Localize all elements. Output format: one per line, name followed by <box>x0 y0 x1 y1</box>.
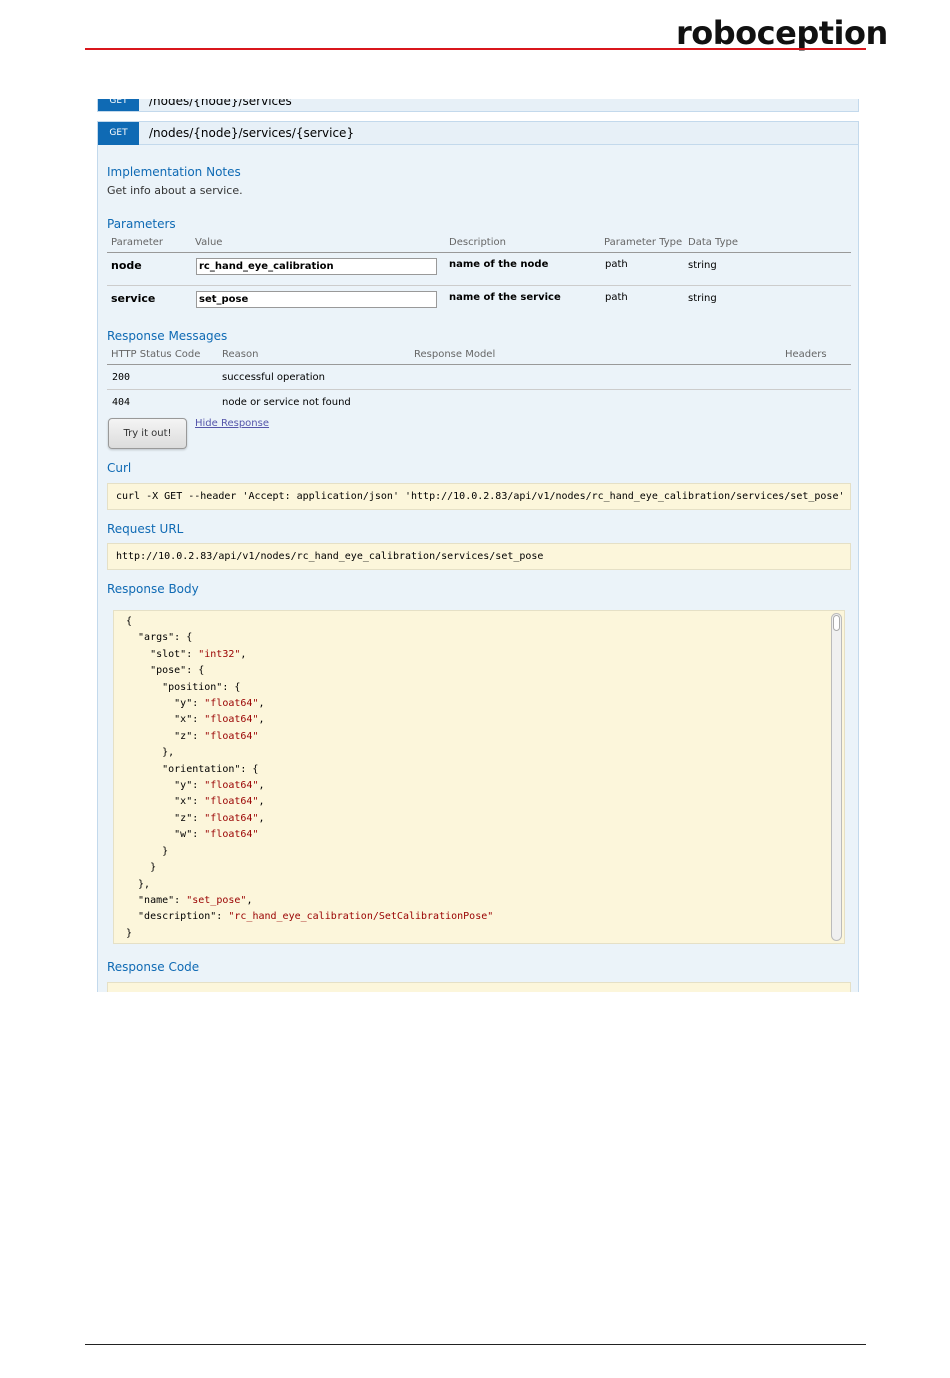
status-code: 404 <box>112 397 131 408</box>
operation-header[interactable]: GET /nodes/{node}/services/{service} <box>98 122 858 145</box>
request-url: http://10.0.2.83/api/v1/nodes/rc_hand_ey… <box>107 543 851 570</box>
divider <box>107 364 851 365</box>
json-line: "slot": "int32", <box>126 648 247 660</box>
method-badge: GET <box>98 122 139 145</box>
param-col-value: Value <box>195 237 223 248</box>
divider <box>107 389 851 390</box>
status-reason: successful operation <box>222 372 325 383</box>
json-line: }, <box>126 747 175 759</box>
param-type: path <box>605 292 628 303</box>
param-col-data-type: Data Type <box>688 237 739 248</box>
previous-operation[interactable]: GET /nodes/{node}/services <box>97 99 859 112</box>
json-line: "y": "float64", <box>126 698 265 710</box>
header-rule <box>85 48 866 50</box>
param-col-type: Parameter Type <box>604 237 683 248</box>
response-body-title: Response Body <box>107 582 199 596</box>
param-col-parameter: Parameter <box>111 237 164 248</box>
json-line: "position": { <box>126 681 241 693</box>
operation-panel: GET /nodes/{node}/services/{service} Imp… <box>97 121 859 992</box>
json-line: "w": "float64" <box>126 829 259 841</box>
service-input[interactable] <box>196 291 437 308</box>
json-line: "pose": { <box>126 665 205 677</box>
roboception-logo: roboception <box>676 14 888 52</box>
json-line: "z": "float64", <box>126 812 265 824</box>
json-line: } <box>126 862 157 874</box>
json-line: "x": "float64", <box>126 714 265 726</box>
json-line: "x": "float64", <box>126 796 265 808</box>
curl-command: curl -X GET --header 'Accept: applicatio… <box>107 483 851 510</box>
curl-title: Curl <box>107 461 132 475</box>
status-reason: node or service not found <box>222 397 351 408</box>
response-code-title: Response Code <box>107 960 200 974</box>
resp-col-status: HTTP Status Code <box>111 349 201 360</box>
divider <box>107 285 851 286</box>
method-badge: GET <box>98 99 139 111</box>
try-it-out-button[interactable]: Try it out! <box>108 418 187 449</box>
operation-path[interactable]: /nodes/{node}/services/{service} <box>149 122 354 145</box>
divider <box>107 252 851 253</box>
status-code: 200 <box>112 372 131 383</box>
json-line: "z": "float64" <box>126 730 259 742</box>
json-line: }, <box>126 878 151 890</box>
resp-col-headers: Headers <box>785 349 827 360</box>
implementation-notes-title: Implementation Notes <box>107 165 241 179</box>
param-name: node <box>111 259 142 272</box>
json-line: } <box>126 845 169 857</box>
resp-col-model: Response Model <box>414 349 496 360</box>
param-data-type: string <box>688 260 717 271</box>
hide-response-link[interactable]: Hide Response <box>195 418 269 429</box>
json-line: "y": "float64", <box>126 780 265 792</box>
response-body-json: { "args": { "slot": "int32", "pose": { "… <box>126 614 493 942</box>
request-url-title: Request URL <box>107 522 184 536</box>
parameters-title: Parameters <box>107 217 176 231</box>
operation-path: /nodes/{node}/services <box>149 99 292 108</box>
implementation-notes-text: Get info about a service. <box>107 184 243 197</box>
param-description: name of the service <box>449 292 561 303</box>
response-code <box>107 982 851 992</box>
param-type: path <box>605 259 628 270</box>
param-description: name of the node <box>449 259 549 270</box>
node-input[interactable] <box>196 258 437 275</box>
json-line: } <box>126 927 133 939</box>
footer-rule <box>85 1344 866 1345</box>
response-messages-title: Response Messages <box>107 329 228 343</box>
json-line: "orientation": { <box>126 763 259 775</box>
scrollbar[interactable] <box>831 613 842 941</box>
resp-col-reason: Reason <box>222 349 259 360</box>
param-data-type: string <box>688 293 717 304</box>
json-line: { <box>126 616 133 627</box>
json-line: "description": "rc_hand_eye_calibration/… <box>126 911 494 923</box>
scrollbar-thumb[interactable] <box>833 615 840 631</box>
swagger-screenshot: GET /nodes/{node}/services GET /nodes/{n… <box>97 99 859 992</box>
json-line: "args": { <box>126 632 193 644</box>
param-col-description: Description <box>449 237 506 248</box>
param-name: service <box>111 292 156 305</box>
response-body[interactable]: { "args": { "slot": "int32", "pose": { "… <box>113 610 845 944</box>
json-line: "name": "set_pose", <box>126 894 253 906</box>
